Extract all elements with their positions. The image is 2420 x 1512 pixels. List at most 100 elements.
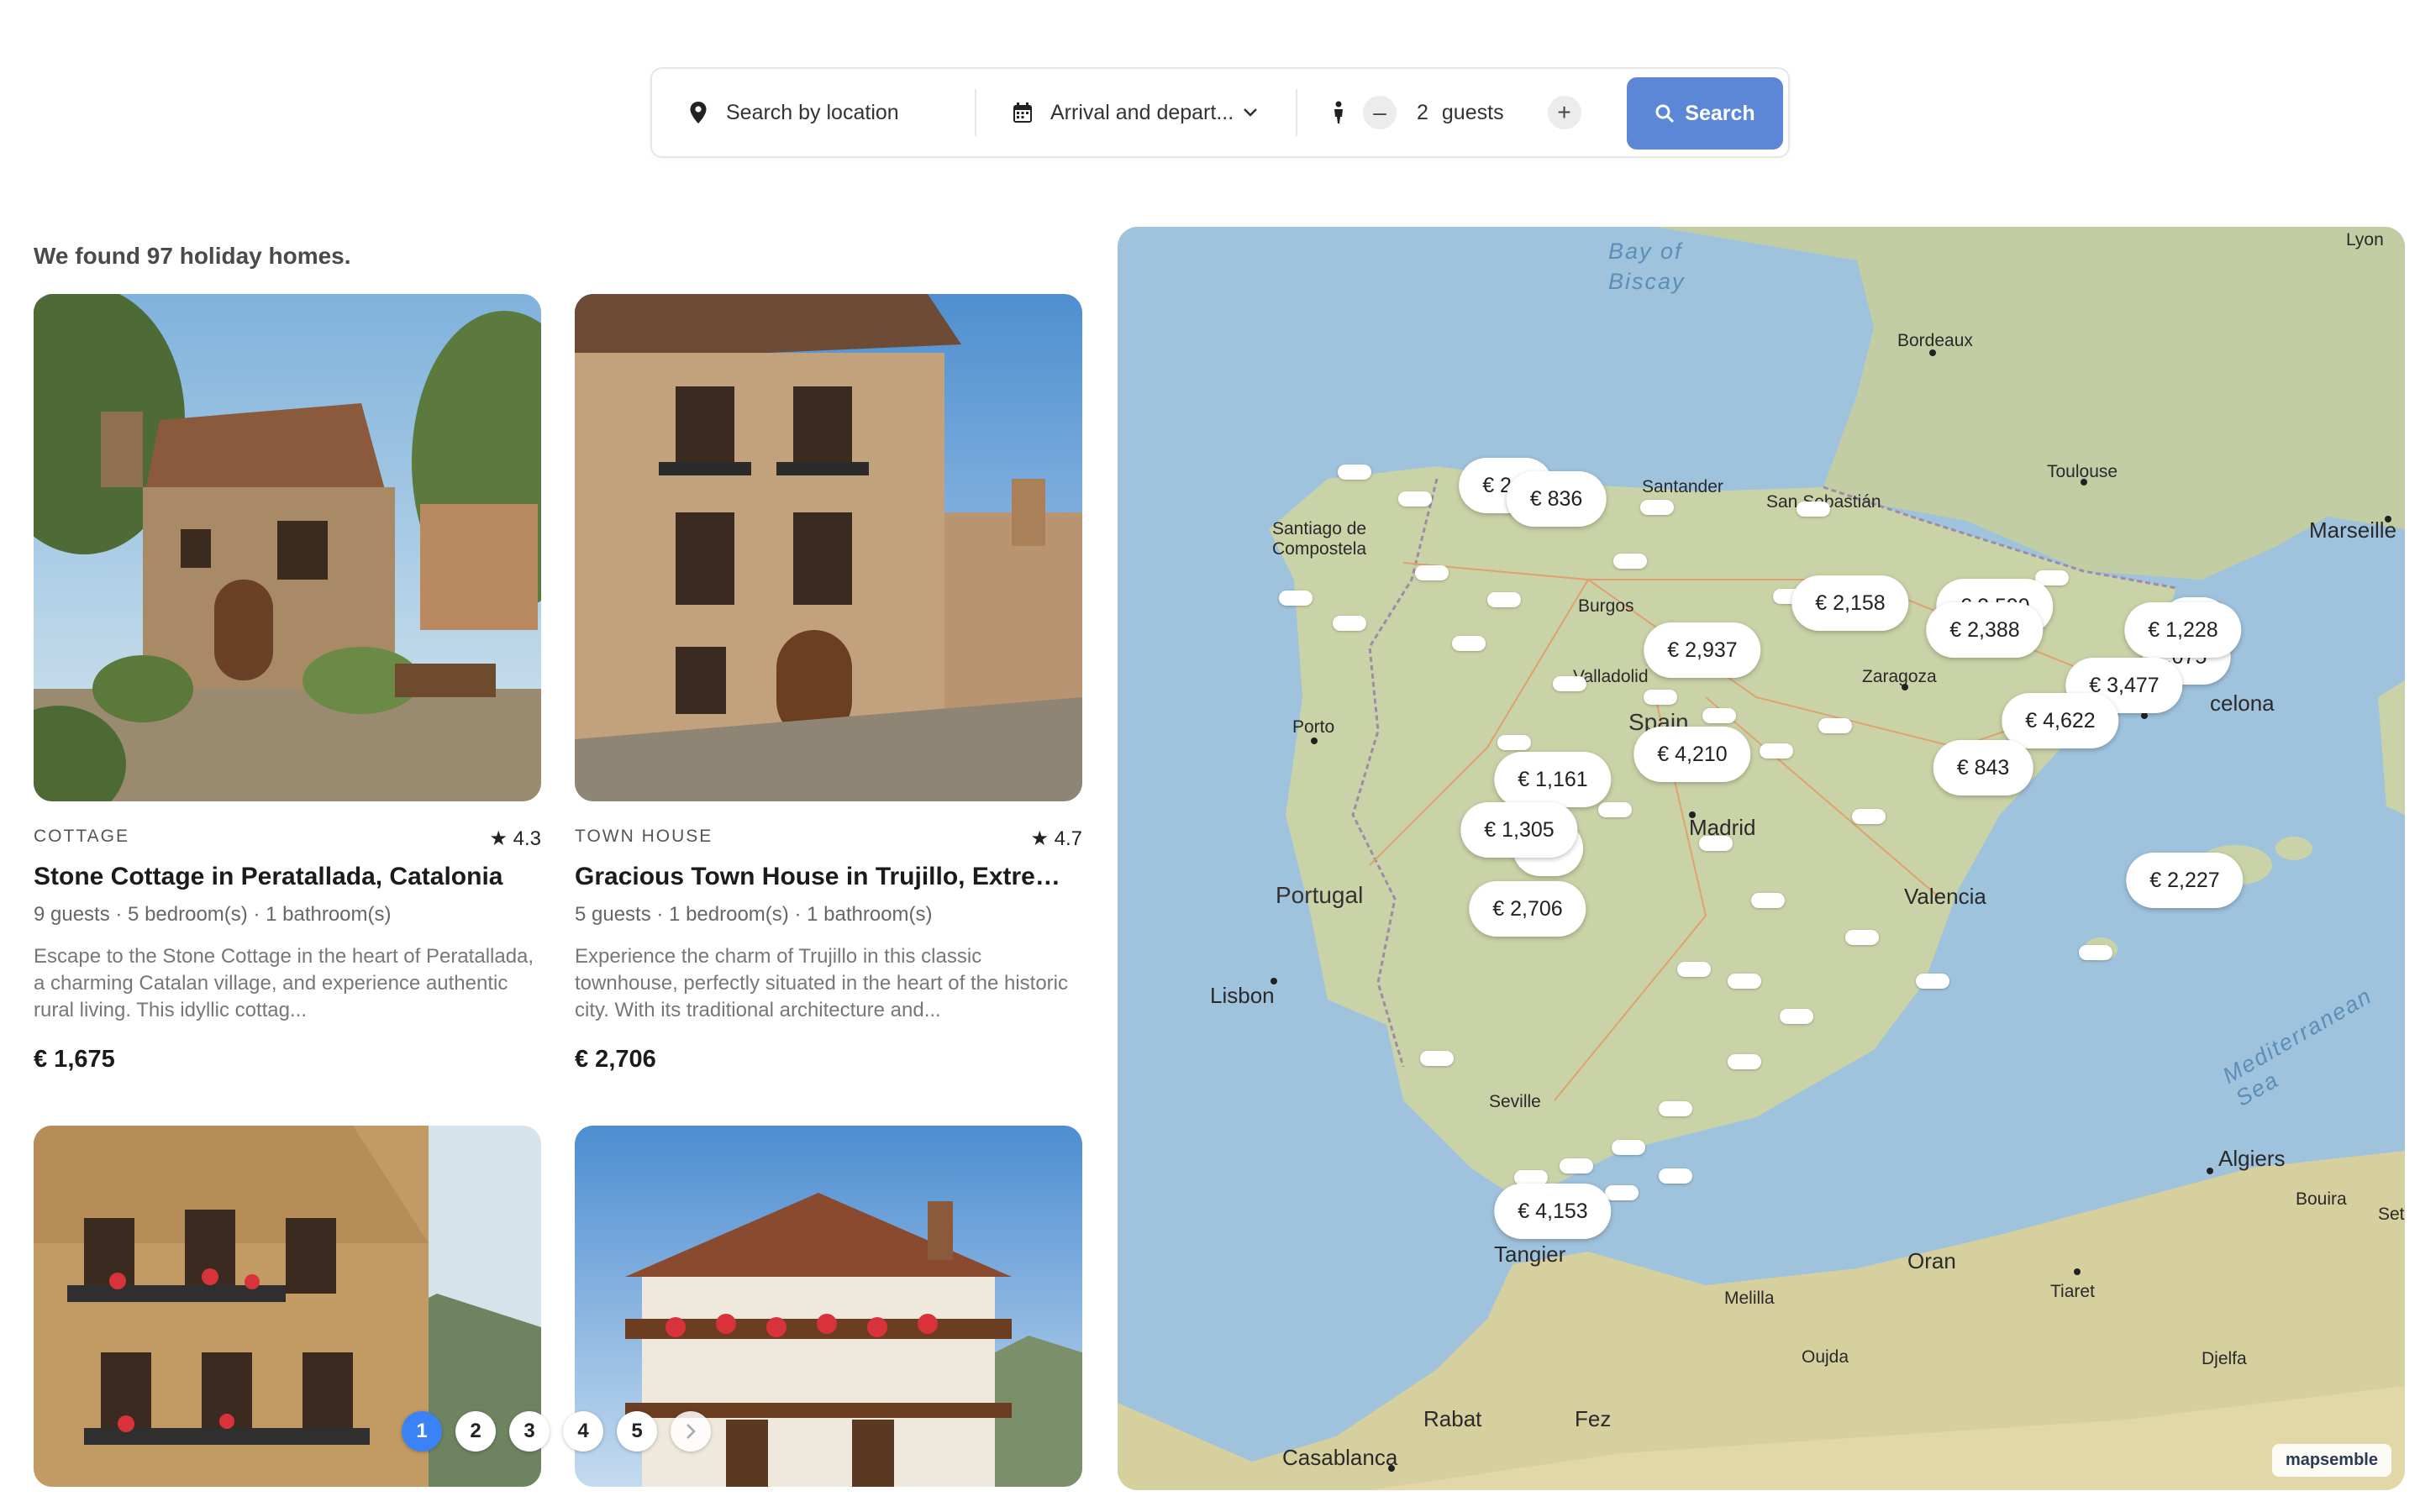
city-marker <box>2074 1268 2081 1275</box>
pagination: 1 2 3 4 5 <box>402 1411 711 1452</box>
listing-marker[interactable] <box>1751 893 1785 908</box>
page-button[interactable]: 3 <box>509 1411 550 1452</box>
listing-marker[interactable] <box>1497 735 1531 750</box>
listing-price: € 1,675 <box>34 1046 115 1073</box>
city-label: Oujda <box>1802 1347 1849 1367</box>
decrease-guests-button[interactable]: – <box>1363 96 1397 129</box>
listing-title[interactable]: Gracious Town House in Trujillo, Extrema… <box>575 863 1082 891</box>
location-placeholder: Search by location <box>726 100 899 124</box>
listing-marker[interactable] <box>1644 690 1677 705</box>
sea-label: Bay of <box>1608 239 1683 264</box>
city-label: Burgos <box>1578 596 1634 616</box>
listing-marker[interactable] <box>1702 708 1736 723</box>
listing-marker[interactable] <box>1279 591 1313 606</box>
listing-marker[interactable] <box>1797 501 1830 517</box>
listing-marker[interactable] <box>1845 930 1879 945</box>
listing-card[interactable]: COTTAGE ★ 4.3 Stone Cottage in Peratalla… <box>34 294 541 1074</box>
page-button[interactable]: 5 <box>617 1411 657 1452</box>
listing-marker[interactable] <box>1613 554 1647 569</box>
date-picker[interactable]: Arrival and depart... <box>1010 69 1262 156</box>
price-marker[interactable]: € 4,622 <box>2002 693 2119 748</box>
price-marker[interactable]: € 4,210 <box>1634 727 1751 782</box>
city-label: Compostela <box>1272 539 1367 559</box>
listing-marker[interactable] <box>1852 809 1886 824</box>
city-label: Seti <box>2378 1205 2405 1224</box>
listing-marker[interactable] <box>1640 500 1674 515</box>
listing-marker[interactable] <box>1560 1158 1593 1173</box>
listing-price: € 2,706 <box>575 1046 656 1073</box>
listing-photo[interactable] <box>34 294 541 801</box>
next-page-button[interactable] <box>671 1411 711 1452</box>
city-marker <box>1270 978 1277 984</box>
price-marker[interactable]: € 843 <box>1933 740 2033 795</box>
price-marker[interactable]: € 1,305 <box>1460 802 1578 858</box>
city-marker <box>1929 349 1936 356</box>
listing-marker[interactable] <box>2079 945 2112 960</box>
listing-marker[interactable] <box>1728 1054 1761 1069</box>
listing-marker[interactable] <box>1818 718 1852 733</box>
location-pin-icon <box>686 100 711 125</box>
price-marker[interactable]: € 1,228 <box>2124 602 2242 658</box>
page-button[interactable]: 1 <box>402 1411 442 1452</box>
rating: ★ 4.3 <box>489 827 541 850</box>
rating: ★ 4.7 <box>1030 827 1082 850</box>
listing-marker[interactable] <box>1916 974 1949 989</box>
price-marker[interactable]: € 1,161 <box>1494 752 1612 807</box>
listing-marker[interactable] <box>1415 565 1449 580</box>
listing-marker[interactable] <box>1760 743 1793 759</box>
search-button-label: Search <box>1685 101 1755 125</box>
city-label: Valencia <box>1904 884 1986 909</box>
location-field[interactable]: Search by location <box>686 69 988 156</box>
page-button[interactable]: 4 <box>563 1411 603 1452</box>
price-marker[interactable]: € 836 <box>1506 471 1607 527</box>
results-map[interactable]: Bay of Biscay Mediterranean Sea Lyon Bor… <box>1118 227 2405 1490</box>
city-label: Santiago de <box>1272 519 1367 538</box>
listing-marker[interactable] <box>1338 465 1371 480</box>
listing-marker[interactable] <box>1398 491 1432 507</box>
city-label: Bordeaux <box>1897 331 1973 350</box>
listing-marker[interactable] <box>1659 1101 1692 1116</box>
listing-photo[interactable] <box>575 294 1082 801</box>
chevron-down-icon <box>1242 107 1259 118</box>
city-label: Djelfa <box>2202 1349 2247 1368</box>
listing-description: Escape to the Stone Cottage in the heart… <box>34 945 534 1021</box>
map-attribution[interactable]: mapsemble <box>2271 1444 2391 1477</box>
city-label: Santander <box>1642 477 1723 496</box>
listing-marker[interactable] <box>1452 636 1486 651</box>
sea-label: Biscay <box>1608 269 1686 294</box>
price-marker[interactable]: € 4,153 <box>1494 1184 1612 1239</box>
city-marker <box>1902 684 1908 690</box>
city-label: Lisbon <box>1210 983 1275 1008</box>
listing-marker[interactable] <box>1728 974 1761 989</box>
price-marker[interactable]: € 2,227 <box>2126 853 2244 908</box>
listing-marker[interactable] <box>1553 676 1586 691</box>
guests-count: 2 <box>1417 100 1428 124</box>
price-marker[interactable]: € 2,937 <box>1644 622 1761 678</box>
increase-guests-button[interactable]: + <box>1547 96 1581 129</box>
listing-marker[interactable] <box>1605 1185 1639 1200</box>
listing-marker[interactable] <box>1677 962 1711 977</box>
listing-marker[interactable] <box>1659 1168 1692 1184</box>
city-marker <box>1311 738 1318 744</box>
person-icon <box>1331 101 1346 124</box>
listing-card[interactable]: TOWN HOUSE ★ 4.7 Gracious Town House in … <box>575 294 1082 1074</box>
calendar-icon <box>1010 100 1035 125</box>
price-marker[interactable]: € 2,388 <box>1926 602 2044 658</box>
page-button[interactable]: 2 <box>455 1411 496 1452</box>
price-marker[interactable]: € 2,158 <box>1791 575 1909 631</box>
city-label: Fez <box>1575 1406 1612 1431</box>
listing-marker[interactable] <box>1598 802 1632 817</box>
listing-marker[interactable] <box>1333 616 1366 631</box>
listing-marker[interactable] <box>1487 592 1521 607</box>
city-label: Rabat <box>1423 1406 1482 1431</box>
listing-marker[interactable] <box>1699 836 1733 851</box>
listing-marker[interactable] <box>1420 1051 1454 1066</box>
listing-marker[interactable] <box>1780 1009 1813 1024</box>
listing-marker[interactable] <box>1612 1140 1645 1155</box>
search-button[interactable]: Search <box>1627 77 1783 150</box>
price-marker[interactable]: € 2,706 <box>1469 881 1586 937</box>
property-type: COTTAGE <box>34 827 129 846</box>
city-label: Algiers <box>2218 1146 2286 1171</box>
listing-title[interactable]: Stone Cottage in Peratallada, Catalonia <box>34 863 541 891</box>
city-label: celona <box>2210 690 2275 716</box>
